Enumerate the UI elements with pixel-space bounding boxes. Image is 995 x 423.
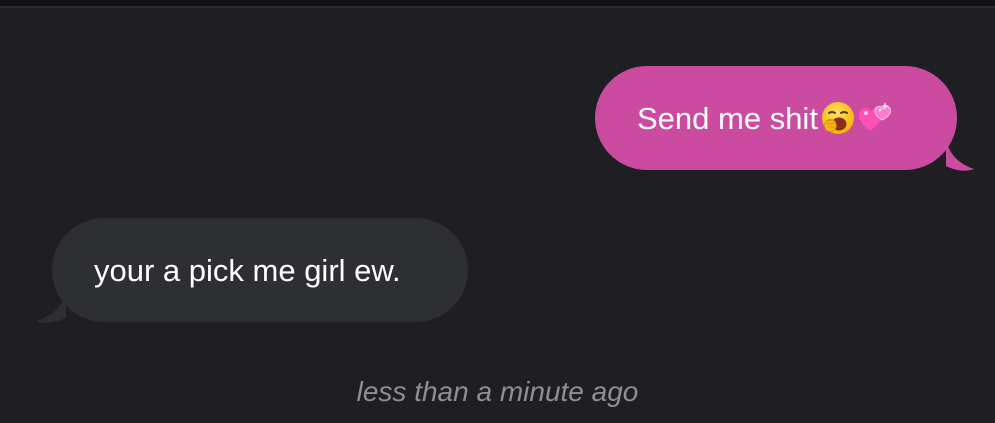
- incoming-message-text: your a pick me girl ew.: [94, 252, 401, 288]
- two-hearts-icon: [858, 102, 891, 131]
- message-timestamp: less than a minute ago: [356, 376, 639, 407]
- outgoing-message-bubble[interactable]: Send me shit: [595, 66, 957, 170]
- outgoing-message-emojis: [820, 100, 894, 136]
- incoming-message-bubble[interactable]: your a pick me girl ew.: [52, 218, 468, 322]
- top-divider: [0, 0, 995, 8]
- yawning-face-emoji-icon: [821, 102, 854, 134]
- incoming-bubble-tail: [36, 294, 66, 323]
- outgoing-message-text: Send me shit: [637, 100, 818, 136]
- outgoing-bubble-tail: [946, 142, 974, 171]
